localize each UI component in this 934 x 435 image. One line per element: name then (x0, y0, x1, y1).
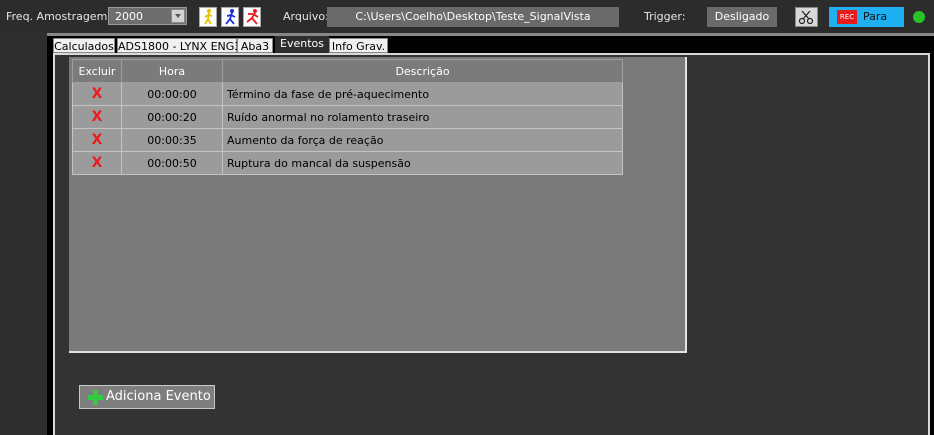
event-time[interactable]: 00:00:20 (121, 105, 223, 129)
record-stop-label: Para (863, 10, 888, 23)
delete-x-icon: X (91, 155, 103, 171)
event-description[interactable]: Ruptura do mancal da suspensão (222, 151, 623, 175)
speed-medium-button[interactable] (221, 7, 239, 27)
events-table: Excluir Hora Descrição X 00:00:00 Términ… (72, 59, 623, 175)
sampling-frequency-value: 2000 (115, 10, 143, 23)
event-time[interactable]: 00:00:50 (121, 151, 223, 175)
rec-icon: REC (837, 10, 857, 24)
event-time[interactable]: 00:00:35 (121, 128, 223, 152)
top-toolbar: Freq. Amostragem: 2000 Arquivo: C:\Users… (0, 0, 934, 33)
record-stop-button[interactable]: REC Para (829, 7, 904, 27)
delete-event-button[interactable]: X (72, 105, 122, 129)
speed-fast-button[interactable] (243, 7, 261, 27)
table-row: X 00:00:50 Ruptura do mancal da suspensã… (72, 151, 623, 175)
event-description[interactable]: Término da fase de pré-aquecimento (222, 82, 623, 106)
running-figure-icon (225, 9, 236, 25)
file-label: Arquivo: (283, 10, 329, 23)
tab-aba3[interactable]: Aba3 (237, 38, 273, 53)
sprinting-figure-icon (246, 9, 259, 25)
chevron-down-icon[interactable] (171, 9, 185, 23)
delete-event-button[interactable]: X (72, 128, 122, 152)
trigger-label: Trigger: (644, 10, 686, 23)
toolbar-divider (0, 33, 934, 36)
table-row: X 00:00:00 Término da fase de pré-aqueci… (72, 82, 623, 106)
trigger-state-text: Desligado (714, 10, 770, 23)
file-path-text: C:\Users\Coelho\Desktop\Teste_SignalVist… (355, 10, 591, 23)
left-side-panel (0, 33, 47, 435)
trigger-state-button[interactable]: Desligado (707, 7, 777, 27)
event-description[interactable]: Ruído anormal no rolamento traseiro (222, 105, 623, 129)
scissors-icon (798, 10, 814, 25)
plus-icon (88, 390, 103, 405)
file-path-display: C:\Users\Coelho\Desktop\Teste_SignalVist… (327, 7, 619, 27)
tab-calculados[interactable]: Calculados (53, 38, 115, 53)
cut-button[interactable] (795, 7, 818, 27)
col-header-time: Hora (121, 59, 223, 83)
freq-label: Freq. Amostragem: (6, 10, 111, 23)
table-row: X 00:00:35 Aumento da força de reação (72, 128, 623, 152)
event-description[interactable]: Aumento da força de reação (222, 128, 623, 152)
col-header-delete: Excluir (72, 59, 122, 83)
delete-event-button[interactable]: X (72, 82, 122, 106)
events-table-header: Excluir Hora Descrição (72, 59, 623, 83)
walking-figure-icon (204, 9, 213, 25)
delete-x-icon: X (91, 109, 103, 125)
add-event-button[interactable]: Adiciona Evento (79, 385, 215, 409)
event-time[interactable]: 00:00:00 (121, 82, 223, 106)
speed-slow-button[interactable] (199, 7, 217, 27)
delete-x-icon: X (91, 86, 103, 102)
status-led-icon (913, 11, 925, 23)
tab-eventos[interactable]: Eventos (275, 36, 329, 54)
sampling-frequency-select[interactable]: 2000 (108, 7, 187, 25)
tab-ads1800[interactable]: ADS1800 - LYNX ENG3 (117, 38, 241, 53)
delete-x-icon: X (91, 132, 103, 148)
add-event-label: Adiciona Evento (106, 389, 211, 404)
col-header-description: Descrição (222, 59, 623, 83)
delete-event-button[interactable]: X (72, 151, 122, 175)
table-row: X 00:00:20 Ruído anormal no rolamento tr… (72, 105, 623, 129)
tab-info-grav[interactable]: Info Grav. (329, 38, 388, 53)
